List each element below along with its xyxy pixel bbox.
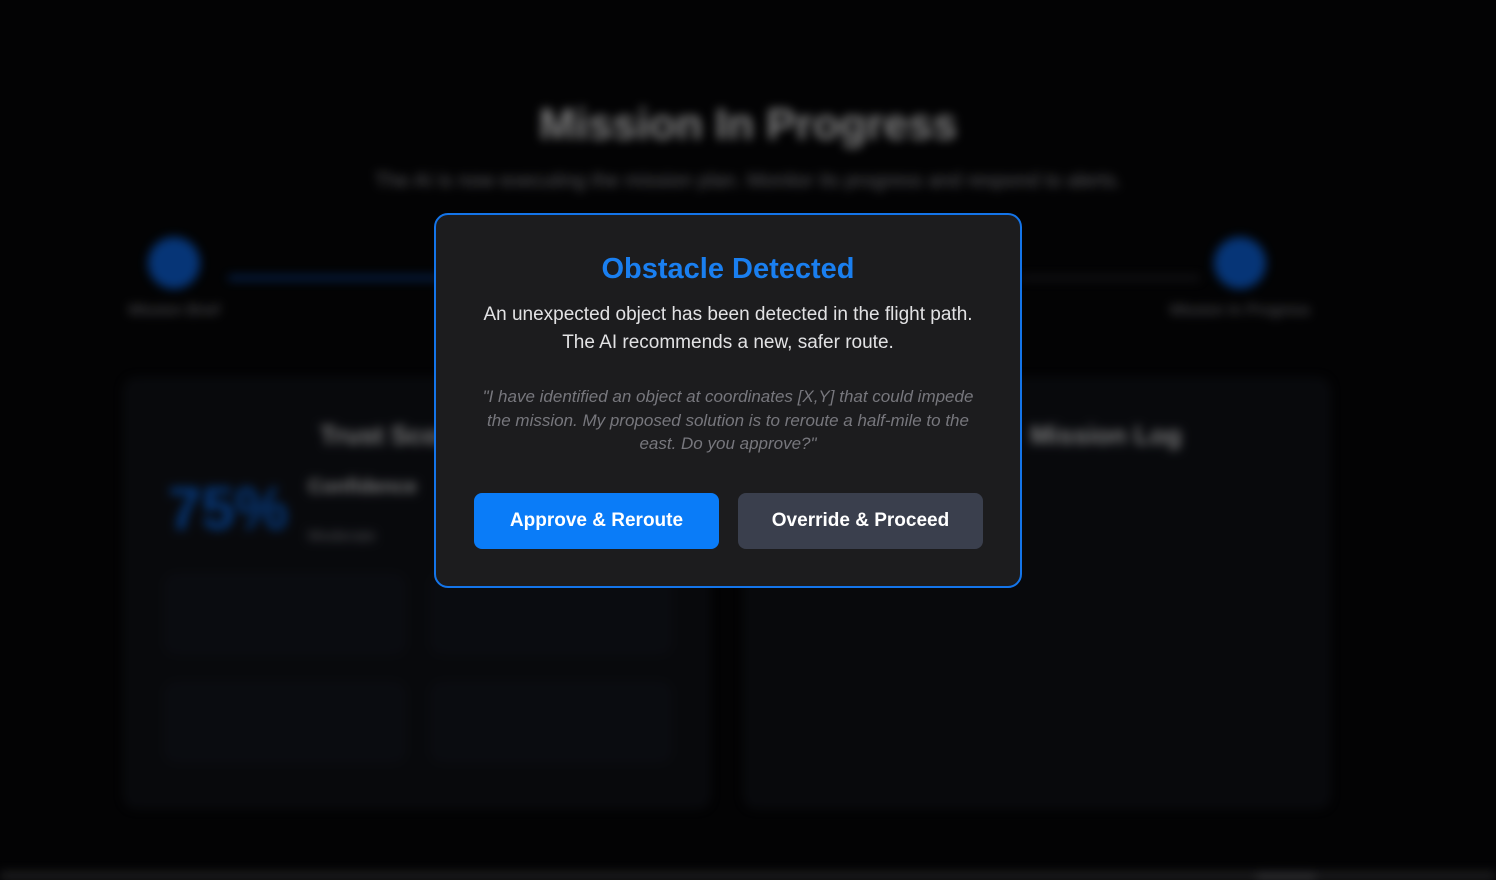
ai-quote: "I have identified an object at coordina… [482, 387, 974, 453]
override-proceed-button[interactable]: Override & Proceed [738, 493, 983, 549]
modal-description: An unexpected object has been detected i… [483, 304, 973, 353]
app-screen: Mission In Progress The AI is now execut… [0, 0, 1496, 880]
approve-reroute-button[interactable]: Approve & Reroute [474, 493, 719, 549]
obstacle-modal: Obstacle Detected An unexpected object h… [434, 213, 1022, 588]
modal-overlay: Obstacle Detected An unexpected object h… [0, 0, 1496, 880]
modal-title: Obstacle Detected [601, 253, 855, 285]
